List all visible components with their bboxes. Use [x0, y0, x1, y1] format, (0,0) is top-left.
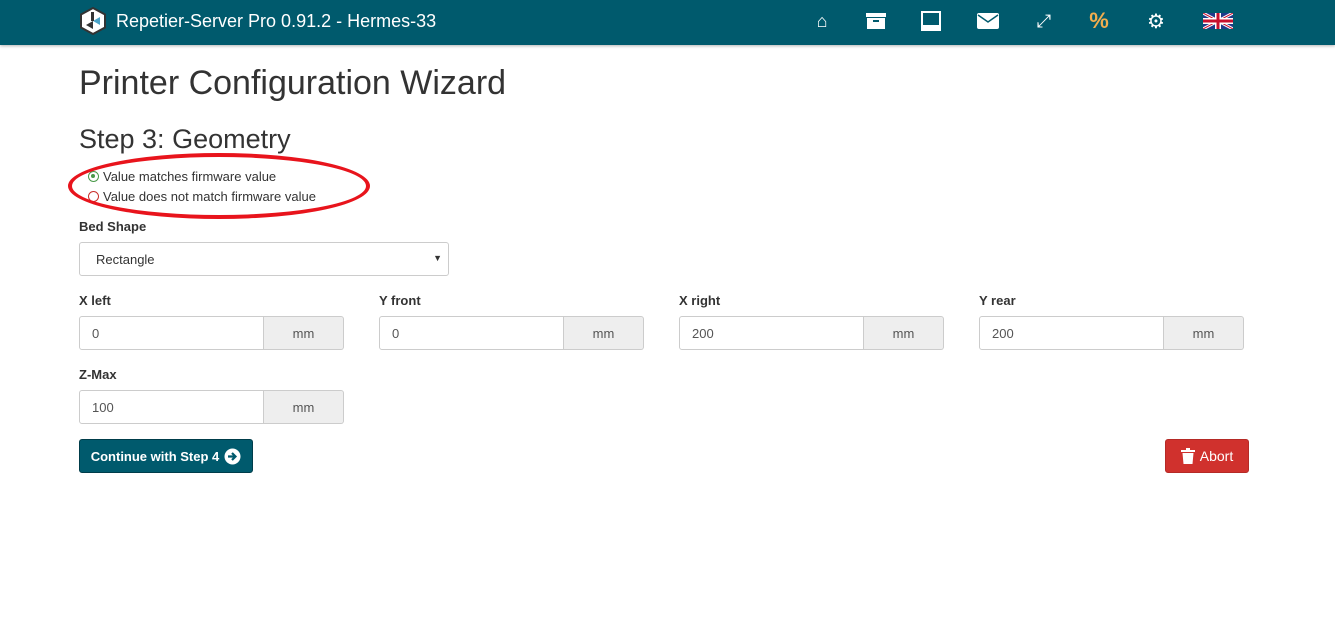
abort-button[interactable]: Abort [1165, 439, 1249, 473]
z-max-group: 100 mm [79, 390, 344, 424]
bed-shape-select[interactable]: Rectangle ▼ [79, 242, 449, 276]
expand-icon[interactable]: ⤢ [1033, 10, 1055, 32]
x-left-group: 0 mm [79, 316, 344, 350]
uk-flag-icon[interactable] [1202, 10, 1234, 32]
unit-addon: mm [1164, 316, 1244, 350]
envelope-icon[interactable] [977, 10, 999, 32]
brand[interactable]: Repetier-Server Pro 0.91.2 - Hermes-33 [80, 7, 436, 35]
unit-addon: mm [264, 390, 344, 424]
percent-icon[interactable]: % [1088, 8, 1110, 33]
unit-addon: mm [564, 316, 644, 350]
bed-shape-label: Bed Shape [79, 219, 147, 234]
x-left-input[interactable]: 0 [79, 316, 264, 350]
page-title: Printer Configuration Wizard [79, 64, 507, 102]
x-right-label: X right [679, 293, 721, 308]
app-title: Repetier-Server Pro 0.91.2 - Hermes-33 [116, 10, 437, 31]
unit-addon: mm [864, 316, 944, 350]
trash-icon [1180, 448, 1195, 464]
continue-button[interactable]: Continue with Step 4 [79, 439, 253, 473]
x-left-label: X left [79, 293, 111, 308]
caret-down-icon: ▼ [433, 253, 442, 263]
continue-label: Continue with Step 4 [90, 448, 220, 464]
top-navbar: Repetier-Server Pro 0.91.2 - Hermes-33 ⌂… [0, 0, 1335, 45]
y-front-group: 0 mm [379, 316, 644, 350]
abort-label: Abort [1199, 448, 1234, 464]
y-front-input[interactable]: 0 [379, 316, 564, 350]
printer-icon[interactable] [920, 10, 942, 32]
y-rear-input[interactable]: 200 [979, 316, 1164, 350]
x-right-group: 200 mm [679, 316, 944, 350]
x-right-input[interactable]: 200 [679, 316, 864, 350]
y-rear-group: 200 mm [979, 316, 1244, 350]
archive-icon[interactable] [865, 10, 887, 32]
z-max-input[interactable]: 100 [79, 390, 264, 424]
step-title: Step 3: Geometry [79, 124, 291, 154]
gear-icon[interactable]: ⚙ [1145, 10, 1167, 33]
repetier-logo-icon [80, 7, 106, 35]
home-icon[interactable]: ⌂ [811, 10, 833, 32]
annotation-ellipse [68, 153, 370, 219]
y-front-label: Y front [379, 293, 421, 308]
z-max-label: Z-Max [79, 367, 117, 382]
bed-shape-value: Rectangle [96, 252, 155, 267]
arrow-circle-right-icon [224, 448, 241, 464]
y-rear-label: Y rear [979, 293, 1016, 308]
unit-addon: mm [264, 316, 344, 350]
